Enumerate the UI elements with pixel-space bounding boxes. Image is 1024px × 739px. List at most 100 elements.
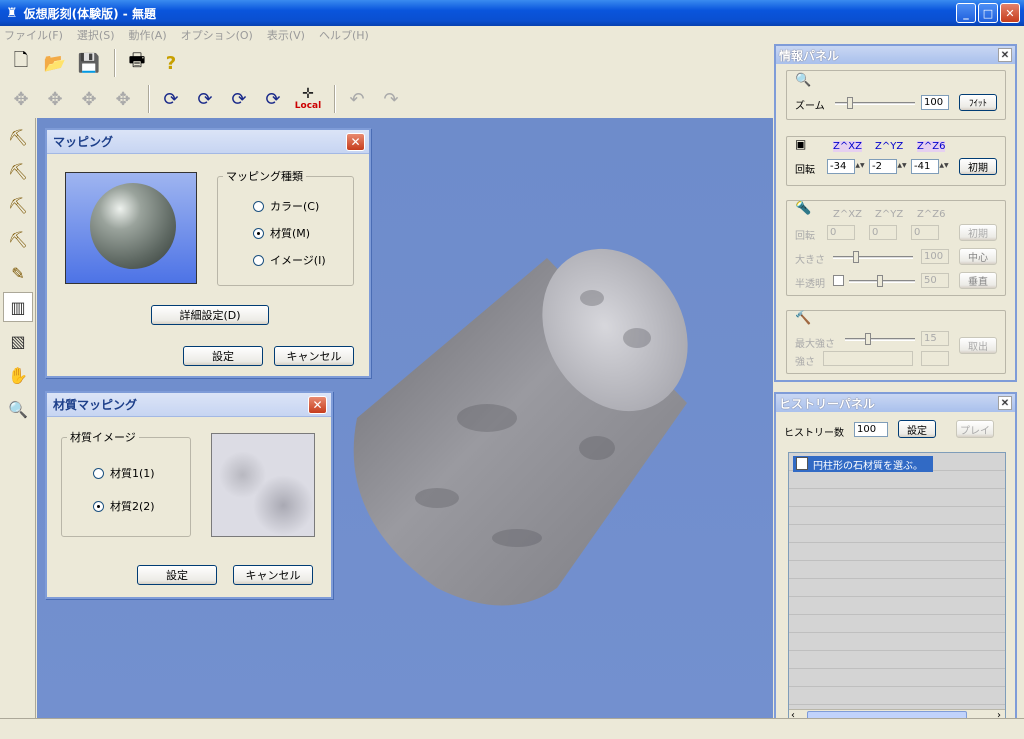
- transparency-label: 半透明: [795, 279, 825, 290]
- rotation-z-spinner[interactable]: ▲▼: [939, 159, 949, 173]
- chisel-3-icon[interactable]: ⛏: [3, 190, 33, 220]
- rotation-label: 回転: [795, 165, 815, 176]
- hammer-icon: 🔨: [795, 311, 812, 326]
- rotate-z-icon[interactable]: ⟳: [258, 84, 288, 114]
- radio-image[interactable]: イメージ(I): [253, 252, 326, 268]
- menu-help[interactable]: ヘルプ(H): [319, 27, 369, 43]
- pen-icon[interactable]: ✎: [3, 258, 33, 288]
- zoom-slider[interactable]: [835, 97, 915, 109]
- open-folder-icon[interactable]: 📂: [40, 48, 70, 78]
- rotate-y-icon[interactable]: ⟳: [224, 84, 254, 114]
- file-toolbar: 🗋 📂 💾 🖶 ?: [0, 45, 200, 81]
- close-button[interactable]: ✕: [1000, 3, 1020, 23]
- max-strength-field: 15: [921, 331, 949, 346]
- history-count-field[interactable]: 100: [854, 422, 888, 437]
- move-y-icon[interactable]: ✥: [74, 84, 104, 114]
- rotate-x-icon[interactable]: ⟳: [190, 84, 220, 114]
- rotation-xz-spinner[interactable]: ▲▼: [855, 159, 865, 173]
- transparency-checkbox[interactable]: [833, 275, 844, 286]
- radio-color[interactable]: カラー(C): [253, 198, 319, 214]
- help-icon[interactable]: ?: [156, 48, 186, 78]
- maximize-button[interactable]: □: [978, 3, 998, 23]
- move-icon[interactable]: ✥: [6, 84, 36, 114]
- info-panel: 情報パネル ✕ 🔍 ズーム 100 ﾌｲｯﾄ ▣ Z^XZ Z^YZ Z^Z6 回…: [774, 44, 1017, 382]
- material-cancel-button[interactable]: キャンセル: [233, 565, 313, 585]
- minimize-button[interactable]: _: [956, 3, 976, 23]
- size-label: 大きさ: [795, 255, 825, 266]
- new-file-icon[interactable]: 🗋: [6, 48, 36, 78]
- history-panel-title: ヒストリーパネル ✕: [776, 394, 1015, 412]
- light-rotation-label: 回転: [795, 231, 815, 242]
- detail-settings-button[interactable]: 詳細設定(D): [151, 305, 269, 325]
- zoom-value-field[interactable]: 100: [921, 95, 949, 110]
- rotation-xz-field[interactable]: -34: [827, 159, 855, 174]
- menu-view[interactable]: 表示(V): [267, 27, 305, 43]
- history-panel-close-button[interactable]: ✕: [998, 396, 1012, 410]
- zoom-icon: 🔍: [795, 73, 812, 88]
- history-item[interactable]: 円柱形の石材質を選ぶ。: [793, 456, 933, 472]
- save-icon[interactable]: 💾: [74, 48, 104, 78]
- info-panel-title: 情報パネル ✕: [776, 46, 1015, 64]
- mapping-dialog-close-button[interactable]: ✕: [346, 133, 365, 151]
- zoom-section: 🔍 ズーム 100 ﾌｲｯﾄ: [786, 70, 1006, 120]
- vertical-button[interactable]: 垂直: [959, 272, 997, 289]
- radio-material-1[interactable]: 材質1(1): [93, 465, 155, 481]
- mapping-type-label: マッピング種類: [223, 168, 306, 184]
- move-z-icon[interactable]: ✥: [108, 84, 138, 114]
- max-strength-label: 最大強さ: [795, 339, 835, 350]
- material-preview: [211, 433, 315, 537]
- radio-material-2[interactable]: 材質2(2): [93, 498, 155, 514]
- history-count-label: ヒストリー数: [784, 428, 844, 439]
- app-icon: ♜: [6, 5, 18, 21]
- move-x-icon[interactable]: ✥: [40, 84, 70, 114]
- center-button[interactable]: 中心: [959, 248, 997, 265]
- rotate-icon[interactable]: ⟳: [156, 84, 186, 114]
- window-title: 仮想彫刻(体験版) - 無題: [23, 6, 156, 21]
- strength-section: 🔨 最大強さ 15 取出 強さ: [786, 310, 1006, 374]
- mapping-ok-button[interactable]: 設定: [183, 346, 263, 366]
- material-dialog-close-button[interactable]: ✕: [308, 396, 327, 414]
- zoom-icon[interactable]: 🔍: [3, 394, 33, 424]
- mapping-icon[interactable]: ▥: [3, 292, 33, 322]
- rotation-section: ▣ Z^XZ Z^YZ Z^Z6 回転 -34 ▲▼ -2 ▲▼ -41 ▲▼ …: [786, 136, 1006, 186]
- history-panel: ヒストリーパネル ✕ ヒストリー数 100 設定 プレイ 円柱形の石材質を選ぶ。 …: [774, 392, 1017, 730]
- chisel-4-icon[interactable]: ⛏: [3, 224, 33, 254]
- redo-icon[interactable]: ↷: [376, 84, 406, 114]
- menu-select[interactable]: 選択(S): [77, 27, 115, 43]
- material-image-label: 材質イメージ: [67, 429, 139, 445]
- material-mapping-dialog: 材質マッピング ✕ 材質イメージ 材質1(1) 材質2(2) 設定 キャンセル: [45, 391, 333, 599]
- menu-option[interactable]: オプション(O): [181, 27, 253, 43]
- history-play-button: プレイ: [956, 420, 994, 438]
- material-ok-button[interactable]: 設定: [137, 565, 217, 585]
- document-icon: [796, 457, 808, 470]
- chisel-2-icon[interactable]: ⛏: [3, 156, 33, 186]
- pick-button: 取出: [959, 337, 997, 354]
- cube-icon: ▣: [795, 137, 807, 151]
- mapping-preview: [65, 172, 197, 284]
- sphere-preview: [90, 183, 176, 269]
- light-section: 🔦 Z^XZ Z^YZ Z^Z6 回転 0 0 0 初期 大きさ 100 中心 …: [786, 200, 1006, 296]
- hand-icon[interactable]: ✋: [3, 360, 33, 390]
- rotation-reset-button[interactable]: 初期: [959, 158, 997, 175]
- mapping-cancel-button[interactable]: キャンセル: [274, 346, 354, 366]
- rotation-z-field[interactable]: -41: [911, 159, 939, 174]
- light-header-yz: Z^YZ: [875, 209, 904, 220]
- light-rotation-z-field: 0: [911, 225, 939, 240]
- info-panel-close-button[interactable]: ✕: [998, 48, 1012, 62]
- material-mapping-icon[interactable]: ▧: [3, 326, 33, 356]
- rotation-yz-field[interactable]: -2: [869, 159, 897, 174]
- history-list[interactable]: 円柱形の石材質を選ぶ。 ‹ ›: [788, 452, 1006, 724]
- rotation-yz-spinner[interactable]: ▲▼: [897, 159, 907, 173]
- rotate-local-icon[interactable]: ✛ Local: [292, 84, 324, 114]
- radio-material[interactable]: 材質(M): [253, 225, 310, 241]
- left-toolbar: ⛏ ⛏ ⛏ ⛏ ✎ ▥ ▧ ✋ 🔍: [0, 118, 36, 718]
- undo-icon[interactable]: ↶: [342, 84, 372, 114]
- fit-button[interactable]: ﾌｲｯﾄ: [959, 94, 997, 111]
- title-bar: ♜ 仮想彫刻(体験版) - 無題 _ □ ✕: [0, 0, 1024, 26]
- menu-file[interactable]: ファイル(F): [4, 27, 63, 43]
- print-icon[interactable]: 🖶: [122, 48, 152, 78]
- strength-label: 強さ: [795, 357, 815, 368]
- chisel-1-icon[interactable]: ⛏: [3, 122, 33, 152]
- menu-action[interactable]: 動作(A): [129, 27, 167, 43]
- history-set-button[interactable]: 設定: [898, 420, 936, 438]
